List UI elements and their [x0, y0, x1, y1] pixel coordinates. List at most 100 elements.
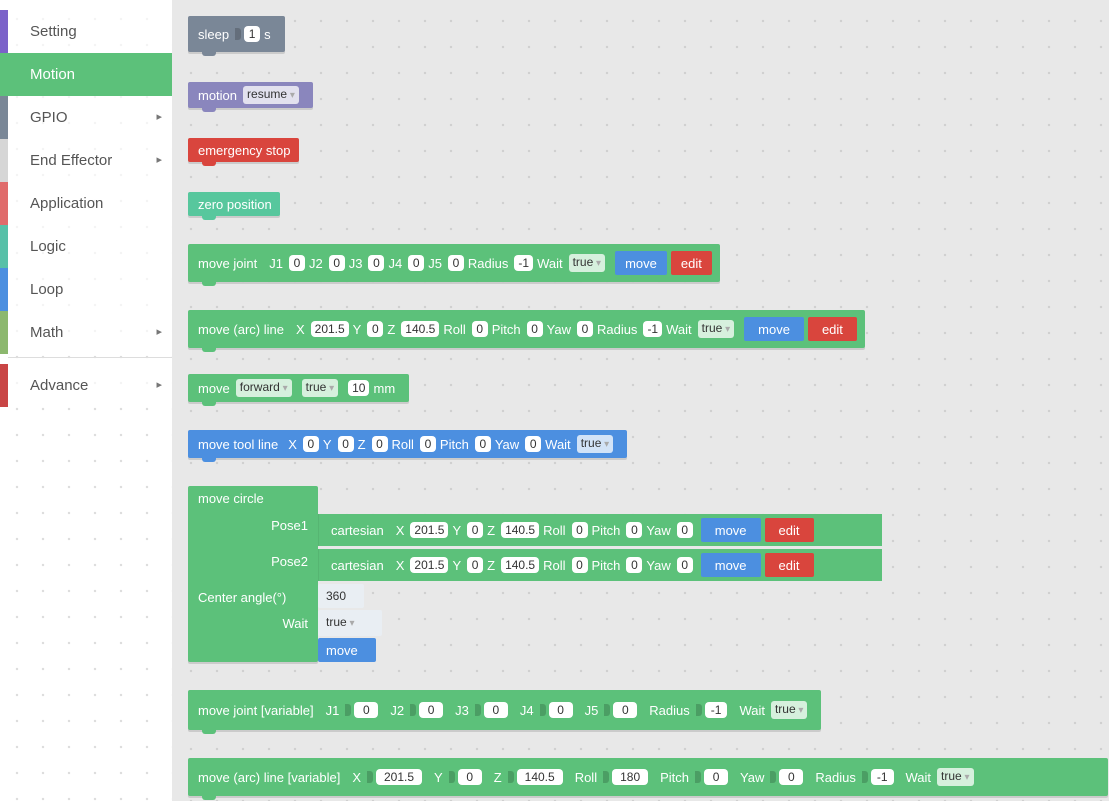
- input-socket: [604, 704, 611, 716]
- z-field[interactable]: 140.5: [401, 321, 440, 337]
- wait-dropdown[interactable]: true: [770, 701, 808, 719]
- category-end-effector[interactable]: End Effector ▸: [0, 139, 172, 182]
- wait-dropdown[interactable]: true: [937, 768, 974, 786]
- move-arc-line-block[interactable]: move (arc) line X 201.5 Y0 Z 140.5 Roll 0 P…: [188, 310, 865, 352]
- move-button[interactable]: move: [744, 317, 804, 341]
- j5-field[interactable]: 0: [613, 702, 638, 718]
- y-field[interactable]: 0: [367, 321, 384, 337]
- radius-field[interactable]: -1: [514, 255, 534, 271]
- circle-move-button[interactable]: move: [318, 638, 376, 662]
- direction-dropdown[interactable]: forward: [235, 379, 292, 397]
- pose1-cartesian-block[interactable]: cartesian X 201.5 Y0 Z 140.5 Roll 0 Pitch 0 …: [318, 514, 882, 546]
- field-label: Radius: [815, 769, 856, 785]
- pitch-field[interactable]: 0: [474, 436, 491, 452]
- j3-field[interactable]: 0: [483, 702, 508, 718]
- y-field[interactable]: 0: [467, 557, 484, 573]
- j3-field[interactable]: 0: [368, 255, 385, 271]
- category-motion[interactable]: Motion: [0, 53, 172, 96]
- radius-field[interactable]: -1: [643, 321, 663, 337]
- move-direction-block[interactable]: move forward true 10 mm: [188, 374, 410, 406]
- roll-field[interactable]: 0: [571, 522, 588, 538]
- roll-field[interactable]: 0: [571, 557, 588, 573]
- sleep-seconds-field[interactable]: 1: [244, 26, 261, 42]
- field-label: J5: [584, 702, 599, 718]
- category-loop[interactable]: Loop: [0, 268, 172, 311]
- input-socket: [507, 771, 514, 783]
- x-field[interactable]: 201.5: [410, 522, 449, 538]
- j1-field[interactable]: 0: [354, 702, 379, 718]
- move-joint-variable-block[interactable]: move joint [variable] J1 0 J2 0 J3 0 J4 0 J5…: [188, 690, 822, 734]
- distance-field[interactable]: 10: [348, 380, 370, 396]
- edit-button[interactable]: edit: [764, 518, 814, 542]
- chevron-right-icon: ▸: [156, 379, 162, 391]
- pitch-field[interactable]: 0: [704, 769, 729, 785]
- pitch-field[interactable]: 0: [526, 321, 543, 337]
- move-circle-block[interactable]: move circle Pose1 Pose2 Center angle(°) …: [188, 486, 318, 662]
- x-field[interactable]: 201.5: [376, 769, 423, 785]
- j2-field[interactable]: 0: [419, 702, 444, 718]
- yaw-field[interactable]: 0: [676, 522, 693, 538]
- z-field[interactable]: 140.5: [501, 522, 540, 538]
- move-button[interactable]: move: [700, 518, 761, 542]
- emergency-stop-block[interactable]: emergency stop: [188, 138, 299, 166]
- wait-dropdown[interactable]: true: [576, 435, 614, 453]
- edit-button[interactable]: edit: [807, 317, 857, 341]
- wait-dropdown[interactable]: true: [697, 320, 735, 338]
- roll-field[interactable]: 0: [419, 436, 436, 452]
- category-setting[interactable]: Setting: [0, 10, 172, 53]
- category-logic[interactable]: Logic: [0, 225, 172, 268]
- motion-mode-dropdown[interactable]: resume: [243, 86, 299, 104]
- input-socket: [474, 704, 481, 716]
- input-socket: [695, 704, 702, 716]
- unit-label: s: [264, 26, 271, 42]
- field-label: Yaw: [646, 522, 671, 538]
- y-field[interactable]: 0: [337, 436, 354, 452]
- x-field[interactable]: 201.5: [410, 557, 449, 573]
- category-application[interactable]: Application: [0, 182, 172, 225]
- j1-field[interactable]: 0: [288, 255, 305, 271]
- field-label: Roll: [391, 436, 414, 452]
- wait-dropdown[interactable]: true: [568, 254, 606, 272]
- pitch-field[interactable]: 0: [626, 557, 643, 573]
- move-button[interactable]: move: [615, 251, 667, 275]
- move-joint-block[interactable]: move joint J1 0 J2 0 J3 0 J4 0 J5 0 Radius -1 …: [188, 244, 720, 286]
- yaw-field[interactable]: 0: [779, 769, 804, 785]
- move-tool-line-block[interactable]: move tool line X0 Y0 Z0 Roll 0 Pitch 0 Yaw…: [188, 430, 628, 462]
- category-advance[interactable]: Advance ▸: [0, 364, 172, 407]
- z-field[interactable]: 140.5: [516, 769, 563, 785]
- j4-field[interactable]: 0: [548, 702, 573, 718]
- roll-field[interactable]: 180: [612, 769, 649, 785]
- z-field[interactable]: 140.5: [501, 557, 540, 573]
- y-field[interactable]: 0: [457, 769, 482, 785]
- move-button[interactable]: move: [700, 553, 761, 577]
- category-gpio[interactable]: GPIO ▸: [0, 96, 172, 139]
- category-math[interactable]: Math ▸: [0, 311, 172, 354]
- sleep-block[interactable]: sleep 1 s: [188, 16, 285, 56]
- y-field[interactable]: 0: [467, 522, 484, 538]
- pitch-field[interactable]: 0: [626, 522, 643, 538]
- zero-position-block[interactable]: zero position: [188, 192, 280, 220]
- x-field[interactable]: 201.5: [310, 321, 349, 337]
- roll-field[interactable]: 0: [471, 321, 488, 337]
- edit-button[interactable]: edit: [670, 251, 712, 275]
- pose2-cartesian-block[interactable]: cartesian X 201.5 Y0 Z 140.5 Roll 0 Pitch 0 …: [318, 549, 882, 581]
- yaw-field[interactable]: 0: [576, 321, 593, 337]
- j2-field[interactable]: 0: [328, 255, 345, 271]
- x-field[interactable]: 0: [302, 436, 319, 452]
- radius-field[interactable]: -1: [704, 702, 728, 718]
- block-workspace[interactable]: sleep 1 s motion resume emergency stop z…: [172, 0, 1109, 801]
- circle-wait-dropdown[interactable]: true: [318, 610, 382, 636]
- field-label: Y: [322, 436, 332, 452]
- yaw-field[interactable]: 0: [676, 557, 693, 573]
- edit-button[interactable]: edit: [764, 553, 814, 577]
- j4-field[interactable]: 0: [408, 255, 425, 271]
- move-arc-line-variable-block[interactable]: move (arc) line [variable] X 201.5 Y0 Z 14…: [188, 758, 1108, 800]
- flag-dropdown[interactable]: true: [301, 379, 339, 397]
- z-field[interactable]: 0: [371, 436, 388, 452]
- radius-field[interactable]: -1: [870, 769, 894, 785]
- j5-field[interactable]: 0: [447, 255, 464, 271]
- center-angle-field[interactable]: 360: [318, 584, 364, 608]
- yaw-field[interactable]: 0: [525, 436, 542, 452]
- motion-block[interactable]: motion resume: [188, 82, 313, 112]
- center-angle-label: Center angle(°): [198, 590, 287, 605]
